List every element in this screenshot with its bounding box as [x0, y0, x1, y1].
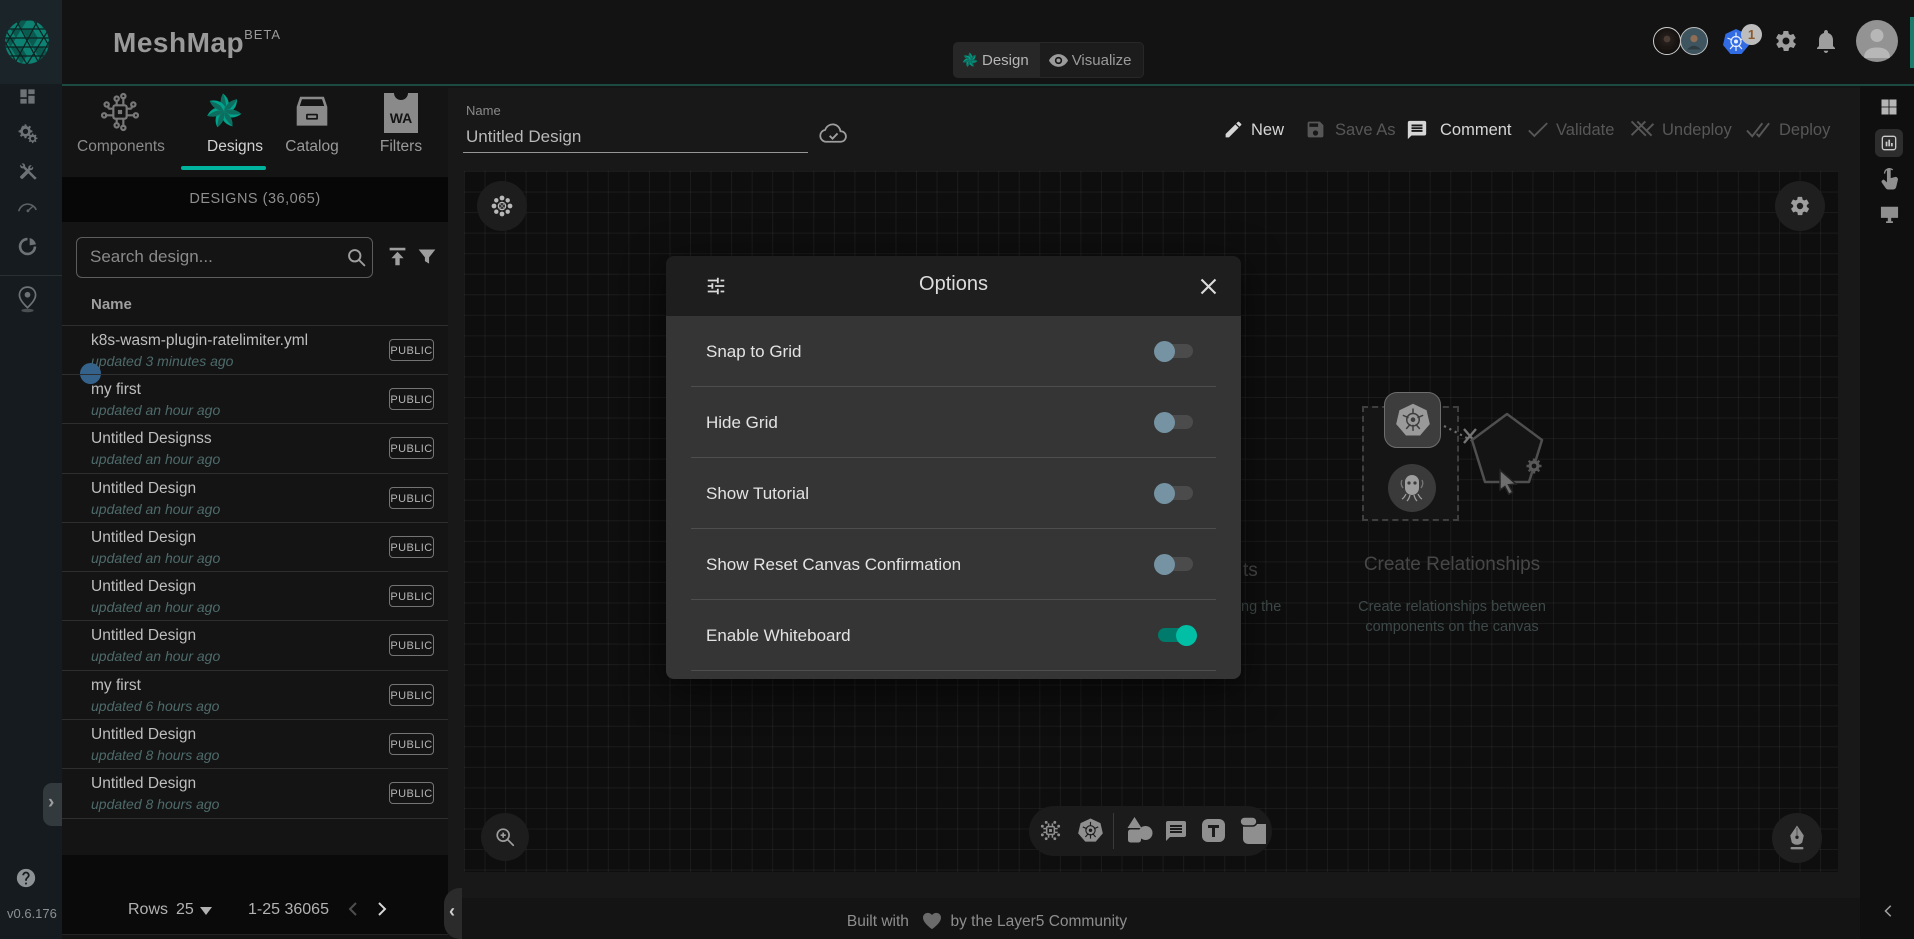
svg-text:WA: WA	[390, 110, 413, 126]
